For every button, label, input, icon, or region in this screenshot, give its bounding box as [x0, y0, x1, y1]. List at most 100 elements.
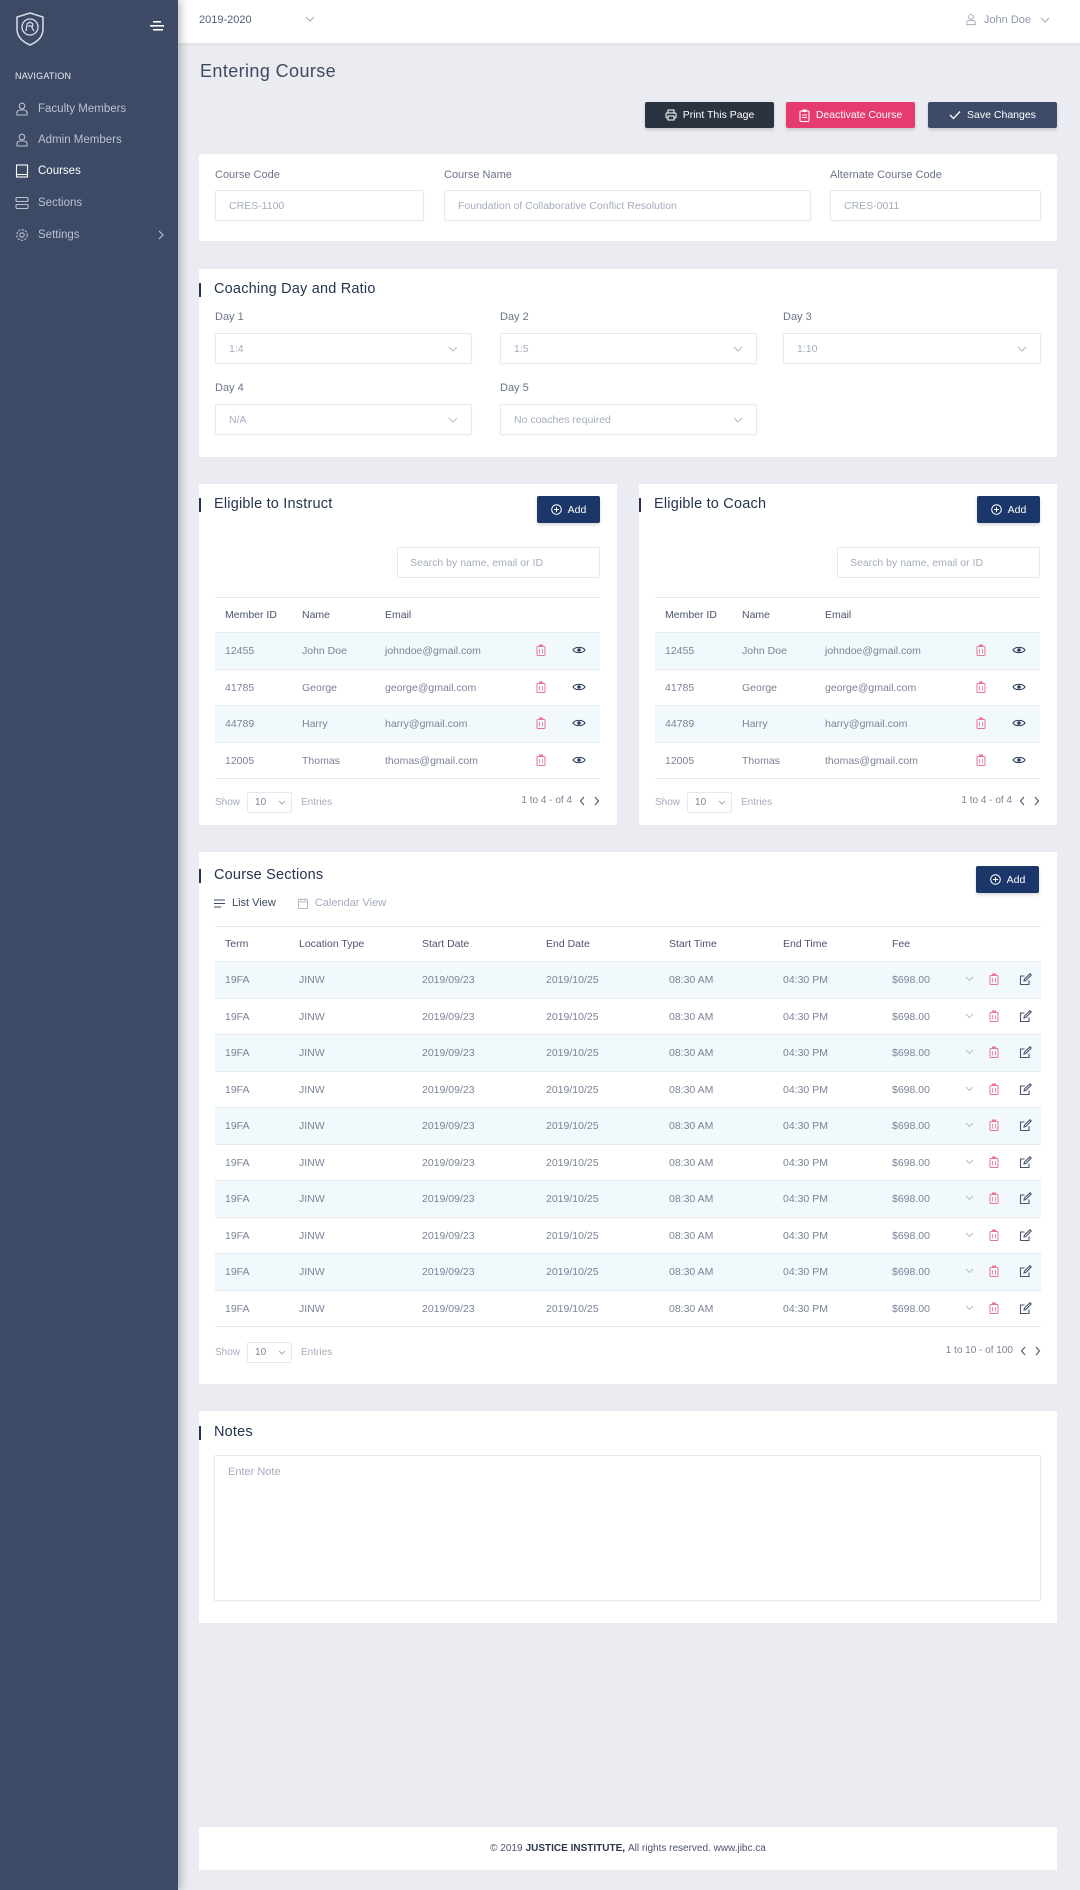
remove-member-button[interactable]	[536, 754, 546, 766]
column-header[interactable]: Member ID	[665, 609, 717, 621]
delete-section-button[interactable]	[989, 1046, 999, 1058]
chevron-left-icon[interactable]	[579, 796, 586, 806]
instructor-search-input[interactable]: Search by name, email or ID	[397, 547, 600, 578]
list-view-tab[interactable]: List View	[214, 897, 276, 909]
day-2-select[interactable]: 1:5	[500, 333, 757, 364]
chevron-down-icon[interactable]	[305, 15, 315, 23]
expand-row-button[interactable]	[965, 1268, 974, 1274]
user-menu[interactable]: John Doe	[965, 13, 1057, 26]
edit-section-button[interactable]	[1019, 1082, 1032, 1096]
chevron-right-icon[interactable]	[1033, 796, 1040, 806]
view-member-button[interactable]	[1012, 755, 1026, 765]
edit-section-button[interactable]	[1019, 973, 1032, 986]
delete-section-button[interactable]	[989, 1156, 999, 1168]
delete-section-button[interactable]	[989, 1083, 999, 1095]
chevron-right-icon[interactable]	[1034, 1346, 1041, 1356]
print-page-button[interactable]: Print This Page	[645, 102, 774, 128]
remove-member-button[interactable]	[976, 681, 986, 693]
shield-lion-logo-icon[interactable]	[15, 12, 45, 46]
chevron-left-icon[interactable]	[1019, 796, 1026, 806]
expand-row-button[interactable]	[965, 1305, 974, 1311]
delete-section-button[interactable]	[989, 1010, 999, 1022]
sidebar-item-courses[interactable]: Courses	[15, 160, 165, 182]
view-member-button[interactable]	[1012, 645, 1026, 655]
edit-section-button[interactable]	[1019, 1155, 1032, 1169]
view-member-button[interactable]	[1012, 682, 1026, 692]
deactivate-course-button[interactable]: Deactivate Course	[786, 102, 915, 128]
sidebar-item-sections[interactable]: Sections	[15, 192, 165, 214]
edit-section-button[interactable]	[1019, 1009, 1032, 1023]
coach-search-input[interactable]: Search by name, email or ID	[837, 547, 1040, 578]
page-size-select[interactable]: 10	[247, 1342, 293, 1363]
remove-member-button[interactable]	[976, 754, 986, 766]
remove-member-button[interactable]	[536, 644, 546, 656]
column-header[interactable]: Member ID	[225, 609, 277, 621]
delete-section-button[interactable]	[989, 1119, 999, 1131]
remove-member-button[interactable]	[536, 681, 546, 693]
expand-row-button[interactable]	[965, 1049, 974, 1055]
column-header[interactable]: Start Date	[422, 938, 469, 950]
day-4-select[interactable]: N/A	[215, 404, 472, 435]
delete-section-button[interactable]	[989, 1192, 999, 1204]
expand-row-button[interactable]	[965, 1086, 974, 1092]
course-code-input[interactable]: CRES-1100	[215, 190, 424, 221]
save-changes-button[interactable]: Save Changes	[928, 102, 1057, 128]
chevron-right-icon[interactable]	[593, 796, 600, 806]
day-1-select[interactable]: 1:4	[215, 333, 472, 364]
trash-icon	[976, 717, 986, 729]
column-header[interactable]: Start Time	[669, 938, 717, 950]
chevron-left-icon[interactable]	[1020, 1346, 1027, 1356]
expand-row-button[interactable]	[965, 1013, 974, 1019]
sidebar-item-faculty-members[interactable]: Faculty Members	[15, 98, 165, 120]
view-member-button[interactable]	[1012, 718, 1026, 728]
view-member-button[interactable]	[572, 645, 586, 655]
view-member-button[interactable]	[572, 718, 586, 728]
course-name-input[interactable]: Foundation of Collaborative Conflict Res…	[444, 190, 811, 221]
add-instructor-button[interactable]: Add	[537, 496, 600, 523]
view-member-button[interactable]	[572, 755, 586, 765]
delete-section-button[interactable]	[989, 1229, 999, 1241]
edit-section-button[interactable]	[1019, 1046, 1032, 1059]
column-header[interactable]: Fee	[892, 938, 910, 950]
day-3-select[interactable]: 1:10	[783, 333, 1041, 364]
column-header[interactable]: End Date	[546, 938, 590, 950]
page-size-select[interactable]: 10	[247, 792, 293, 813]
menu-toggle-icon[interactable]	[150, 20, 164, 32]
expand-row-button[interactable]	[965, 1159, 974, 1165]
column-header[interactable]: Location Type	[299, 938, 364, 950]
column-header[interactable]: Name	[302, 609, 330, 621]
add-section-button[interactable]: Add	[976, 866, 1039, 893]
edit-section-button[interactable]	[1019, 1228, 1032, 1242]
alternate-course-code-input[interactable]: CRES-0011	[830, 190, 1041, 221]
add-coach-button[interactable]: Add	[977, 496, 1040, 523]
edit-section-button[interactable]	[1019, 1192, 1032, 1205]
notes-textarea[interactable]: Enter Note	[214, 1455, 1041, 1601]
edit-section-button[interactable]	[1019, 1301, 1032, 1315]
footer-rights[interactable]: All rights reserved. www.jibc.ca	[628, 1843, 766, 1854]
delete-section-button[interactable]	[989, 1265, 999, 1277]
sidebar-item-settings[interactable]: Settings	[15, 224, 165, 246]
edit-section-button[interactable]	[1019, 1265, 1032, 1278]
remove-member-button[interactable]	[536, 717, 546, 729]
delete-section-button[interactable]	[989, 973, 999, 985]
sidebar-item-admin-members[interactable]: Admin Members	[15, 129, 165, 151]
expand-row-button[interactable]	[965, 1232, 974, 1238]
expand-row-button[interactable]	[965, 976, 974, 982]
expand-row-button[interactable]	[965, 1195, 974, 1201]
column-header[interactable]: Email	[825, 609, 851, 621]
calendar-view-tab[interactable]: Calendar View	[297, 897, 386, 909]
expand-row-button[interactable]	[965, 1122, 974, 1128]
page-size-select[interactable]: 10	[687, 792, 733, 813]
delete-section-button[interactable]	[989, 1302, 999, 1314]
remove-member-button[interactable]	[976, 644, 986, 656]
column-header[interactable]: Email	[385, 609, 411, 621]
view-member-button[interactable]	[572, 682, 586, 692]
column-header[interactable]: Name	[742, 609, 770, 621]
column-header[interactable]: Term	[225, 938, 248, 950]
day-5-label: Day 5	[500, 382, 529, 394]
academic-year-select[interactable]: 2019-2020	[199, 14, 252, 26]
edit-section-button[interactable]	[1019, 1119, 1032, 1132]
column-header[interactable]: End Time	[783, 938, 827, 950]
remove-member-button[interactable]	[976, 717, 986, 729]
day-5-select[interactable]: No coaches required	[500, 404, 757, 435]
